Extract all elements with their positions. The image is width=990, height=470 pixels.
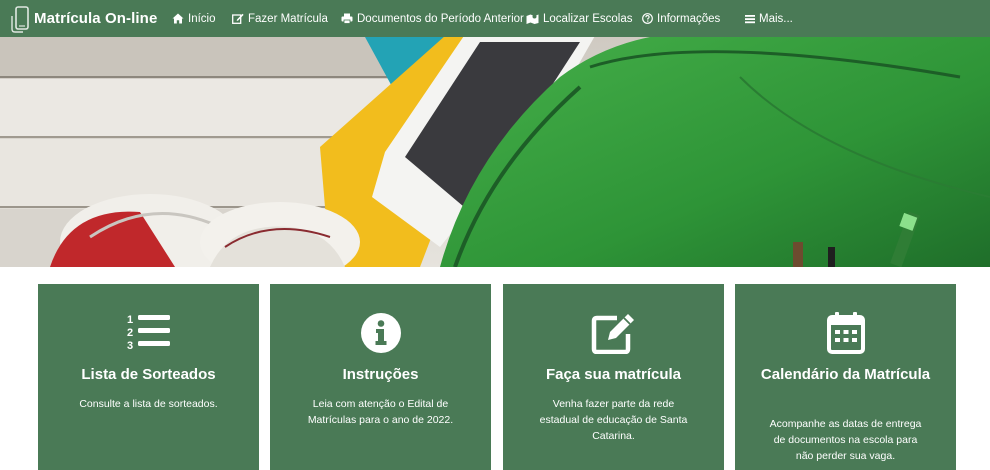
map-icon (526, 14, 539, 24)
print-icon (341, 13, 353, 24)
svg-text:2: 2 (127, 327, 133, 339)
card-description: Venha fazer parte da rede estadual de ed… (539, 398, 688, 442)
home-icon (172, 13, 184, 24)
card-instrucoes[interactable]: Instruções Leia com atenção o Edital de … (270, 284, 491, 470)
calendar-icon (826, 312, 865, 354)
card-lista-sorteados[interactable]: 1 2 3 Lista de Sorteados Consulte a list… (38, 284, 259, 470)
nav-informacoes[interactable]: Informações (642, 0, 720, 37)
nav-inicio-label: Início (188, 12, 216, 25)
edit-icon (232, 13, 244, 24)
hero-banner-image (0, 37, 990, 267)
question-circle-icon (642, 13, 653, 24)
card-calendario-matricula[interactable]: Calendário da Matrícula Acompanhe as dat… (735, 284, 956, 470)
nav-mais[interactable]: Mais... (745, 0, 793, 37)
nav-localizar-escolas[interactable]: Localizar Escolas (526, 0, 632, 37)
card-title: Instruções (342, 366, 419, 383)
card-title: Lista de Sorteados (81, 366, 216, 383)
card-description: Consulte a lista de sorteados. (79, 398, 218, 410)
svg-text:3: 3 (127, 340, 133, 352)
nav-documentos-label: Documentos do Período Anterior (357, 12, 524, 25)
edit-square-icon (591, 314, 634, 354)
card-title: Faça sua matrícula (545, 366, 682, 383)
card-description: Leia com atenção o Edital de Matrículas … (307, 398, 454, 426)
phone-icon (10, 4, 32, 34)
top-navbar: Matrícula On-line Início Fazer Matrícula… (0, 0, 990, 37)
bars-icon (745, 14, 755, 23)
nav-documentos[interactable]: Documentos do Período Anterior (341, 0, 524, 37)
nav-fazer-matricula[interactable]: Fazer Matrícula (232, 0, 328, 37)
card-faca-sua-matricula[interactable]: Faça sua matrícula Venha fazer parte da … (503, 284, 724, 470)
nav-mais-label: Mais... (759, 12, 793, 25)
nav-informacoes-label: Informações (657, 12, 721, 25)
svg-text:1: 1 (127, 314, 133, 326)
numbered-list-icon: 1 2 3 (127, 314, 170, 352)
nav-inicio[interactable]: Início (172, 0, 216, 37)
brand-title: Matrícula On-line (34, 10, 158, 27)
info-circle-icon (360, 313, 401, 353)
card-title: Calendário da Matrícula (760, 366, 931, 383)
card-description: Acompanhe as datas de entrega de documen… (769, 418, 922, 462)
nav-localizar-escolas-label: Localizar Escolas (543, 12, 633, 25)
brand-link[interactable]: Matrícula On-line (0, 0, 172, 37)
nav-fazer-matricula-label: Fazer Matrícula (248, 12, 328, 25)
